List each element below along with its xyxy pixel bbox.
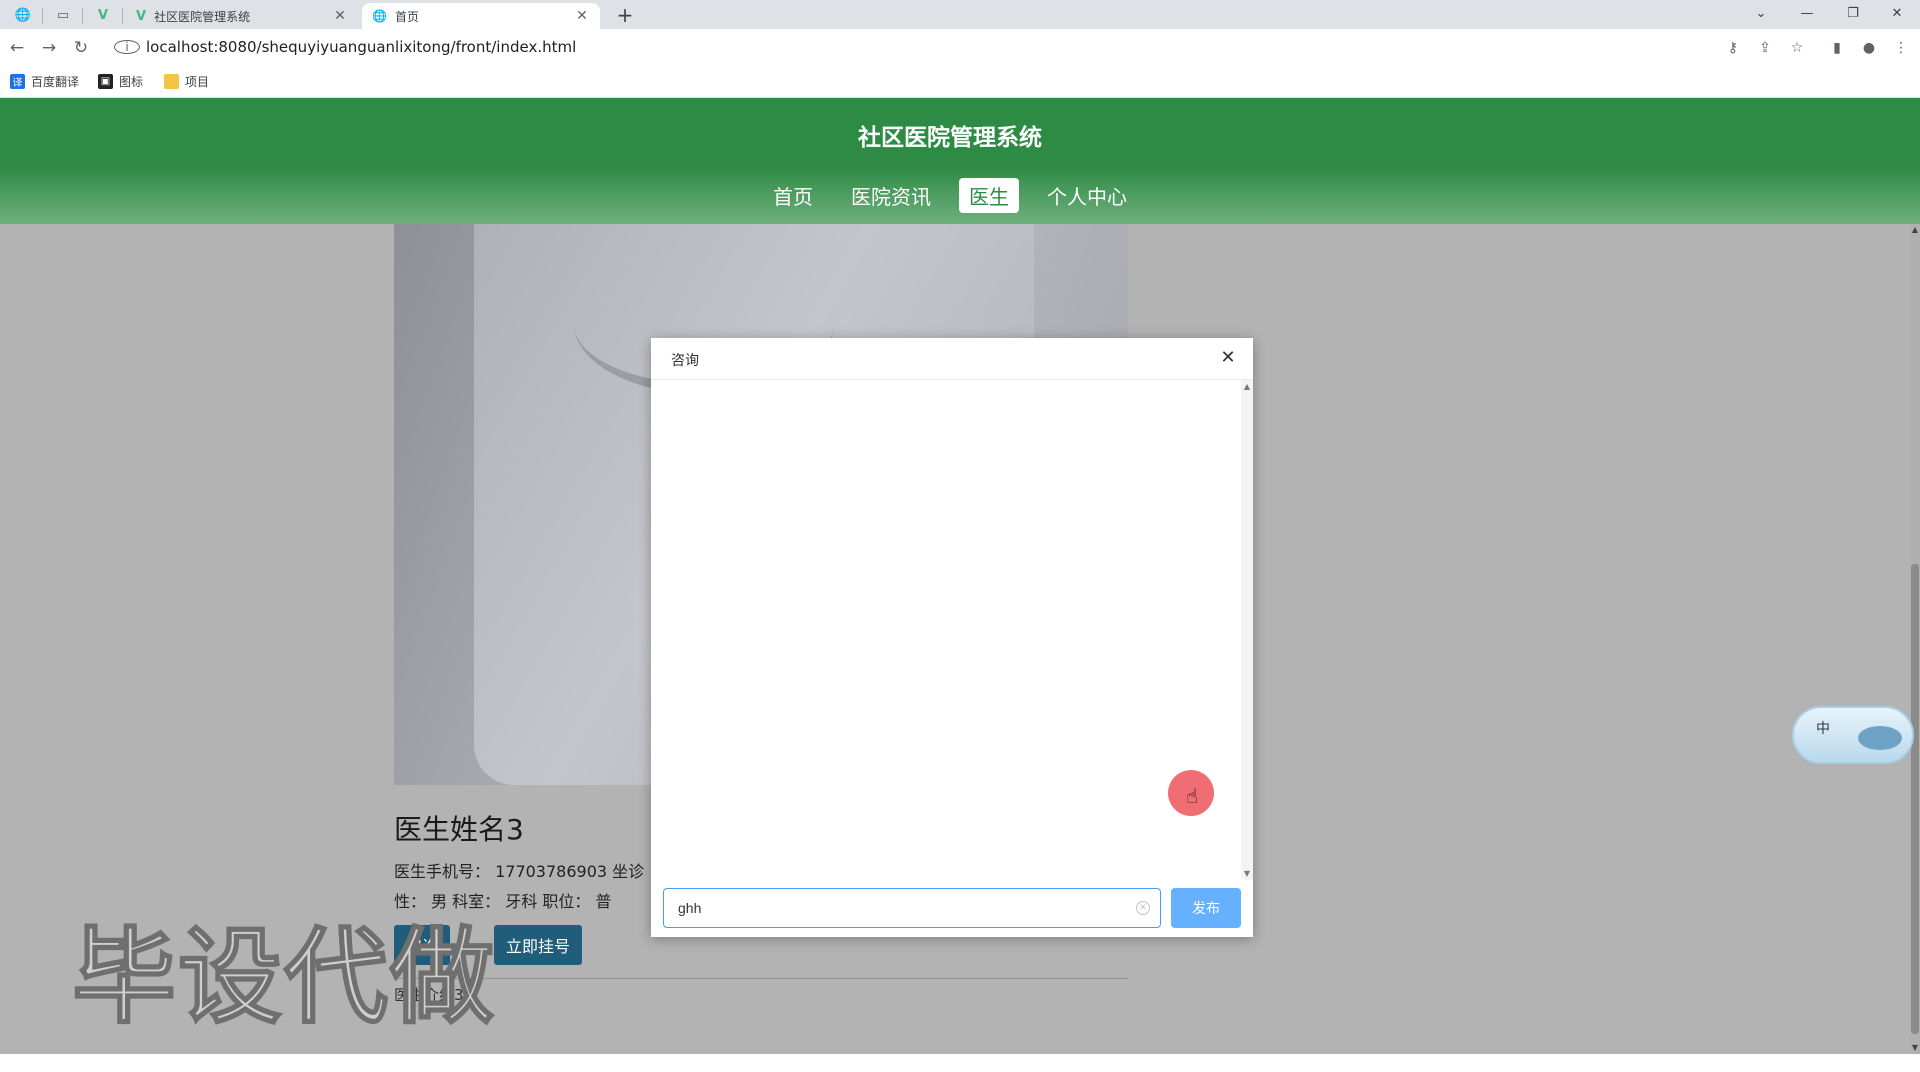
page-scrollbar[interactable]: ▲ ▼ xyxy=(1910,224,1920,1054)
new-tab-button[interactable]: + xyxy=(612,3,638,27)
bookmark-projects[interactable]: 项目 xyxy=(164,73,209,90)
share-icon[interactable]: ⇪ xyxy=(1754,37,1776,59)
close-icon[interactable]: ✕ xyxy=(332,8,348,24)
tab-hospital-system[interactable]: V 社区医院管理系统 ✕ xyxy=(126,3,358,29)
clear-icon[interactable]: ✕ xyxy=(1136,901,1150,915)
restore-icon[interactable]: ❐ xyxy=(1830,0,1876,26)
tab-title: 社区医院管理系统 xyxy=(154,9,251,24)
chat-input-wrapper[interactable]: ✕ xyxy=(663,888,1161,928)
profile-icon[interactable]: ● xyxy=(1858,37,1880,59)
translate-icon: 译 xyxy=(10,74,25,89)
scroll-up-icon[interactable]: ▲ xyxy=(1910,224,1920,236)
doctor-meta-line1: 医生手机号： 17703786903 坐诊 xyxy=(394,862,645,881)
globe-icon: 🌐 xyxy=(372,9,387,23)
tab-separator xyxy=(122,8,123,24)
nav-personal-center[interactable]: 个人中心 xyxy=(1037,178,1137,213)
fish-icon xyxy=(1858,726,1902,750)
tab-home[interactable]: 🌐 首页 ✕ xyxy=(362,3,600,29)
dialog-title: 咨询 xyxy=(671,353,699,369)
info-icon[interactable]: i xyxy=(114,40,140,54)
globe-icon[interactable]: 🌐 xyxy=(4,3,42,27)
reload-icon[interactable]: ↻ xyxy=(68,35,94,61)
doctor-name: 医生姓名3 xyxy=(394,813,524,846)
side-panel-icon[interactable]: ▮ xyxy=(1826,37,1848,59)
browser-toolbar: ← → ↻ i localhost:8080/shequyiyuanguanli… xyxy=(0,29,1920,66)
tab-search-icon[interactable]: ⌄ xyxy=(1738,0,1784,26)
browser-tab-strip: 🌐 ▭ V V 社区医院管理系统 ✕ 🌐 首页 ✕ + ⌄ — ❐ ✕ xyxy=(0,0,1920,29)
divider xyxy=(394,978,1128,979)
widget-label: 中 xyxy=(1816,721,1830,737)
star-icon[interactable]: ☆ xyxy=(1786,37,1808,59)
bookmark-label: 图标 xyxy=(119,75,144,89)
nav-hospital-news[interactable]: 医院资讯 xyxy=(841,178,941,213)
folder-icon xyxy=(164,74,179,89)
floating-widget[interactable]: 中 xyxy=(1792,706,1914,764)
address-bar[interactable]: i localhost:8080/shequyiyuanguanlixitong… xyxy=(106,32,1906,62)
url-text: localhost:8080/shequyiyuanguanlixitong/f… xyxy=(146,38,577,56)
forward-icon[interactable]: → xyxy=(36,35,62,61)
close-window-icon[interactable]: ✕ xyxy=(1874,0,1920,26)
vue-logo-icon[interactable]: V xyxy=(84,3,122,27)
bookmarks-bar: 译 百度翻译 ▣ 图标 项目 xyxy=(0,66,1920,98)
site-nav: 首页 医院资讯 医生 个人中心 xyxy=(0,178,1900,213)
site-title: 社区医院管理系统 xyxy=(858,125,1042,151)
hand-cursor-icon: ☝ xyxy=(1186,784,1199,808)
close-icon[interactable]: ✕ xyxy=(1217,347,1239,369)
nav-doctors[interactable]: 医生 xyxy=(959,178,1019,213)
bookmark-label: 项目 xyxy=(185,75,210,89)
consult-dialog: 咨询 ✕ ▲ ▼ ✕ 发布 xyxy=(651,338,1253,937)
tab-separator xyxy=(82,8,83,24)
tab-separator xyxy=(42,8,43,24)
scroll-thumb[interactable] xyxy=(1911,564,1919,1034)
image-icon: ▣ xyxy=(98,74,113,89)
nav-home[interactable]: 首页 xyxy=(763,178,823,213)
scroll-up-icon[interactable]: ▲ xyxy=(1241,382,1253,391)
dialog-header: 咨询 ✕ xyxy=(651,338,1253,380)
send-button[interactable]: 发布 xyxy=(1171,888,1241,928)
bookmark-icons[interactable]: ▣ 图标 xyxy=(98,73,143,90)
blank-tab-icon[interactable]: ▭ xyxy=(44,3,82,27)
scroll-down-icon[interactable]: ▼ xyxy=(1241,869,1253,878)
minimize-icon[interactable]: — xyxy=(1784,0,1830,26)
bookmark-baidu-translate[interactable]: 译 百度翻译 xyxy=(10,73,79,90)
chat-scrollbar[interactable]: ▲ ▼ xyxy=(1241,380,1253,880)
key-icon[interactable]: ⚷ xyxy=(1722,37,1744,59)
chat-message-area[interactable] xyxy=(651,380,1241,880)
watermark-text: 毕设代做 xyxy=(71,915,497,1039)
site-header: 社区医院管理系统 首页 医院资讯 医生 个人中心 xyxy=(0,98,1920,224)
register-button[interactable]: 立即挂号 xyxy=(494,925,583,965)
bookmark-label: 百度翻译 xyxy=(31,75,80,89)
back-icon[interactable]: ← xyxy=(4,35,30,61)
chat-input[interactable] xyxy=(664,900,1104,916)
vue-logo-icon: V xyxy=(136,8,147,24)
scroll-down-icon[interactable]: ▼ xyxy=(1910,1042,1920,1054)
close-icon[interactable]: ✕ xyxy=(574,8,590,24)
tab-title: 首页 xyxy=(394,9,419,24)
menu-icon[interactable]: ⋮ xyxy=(1890,37,1912,59)
